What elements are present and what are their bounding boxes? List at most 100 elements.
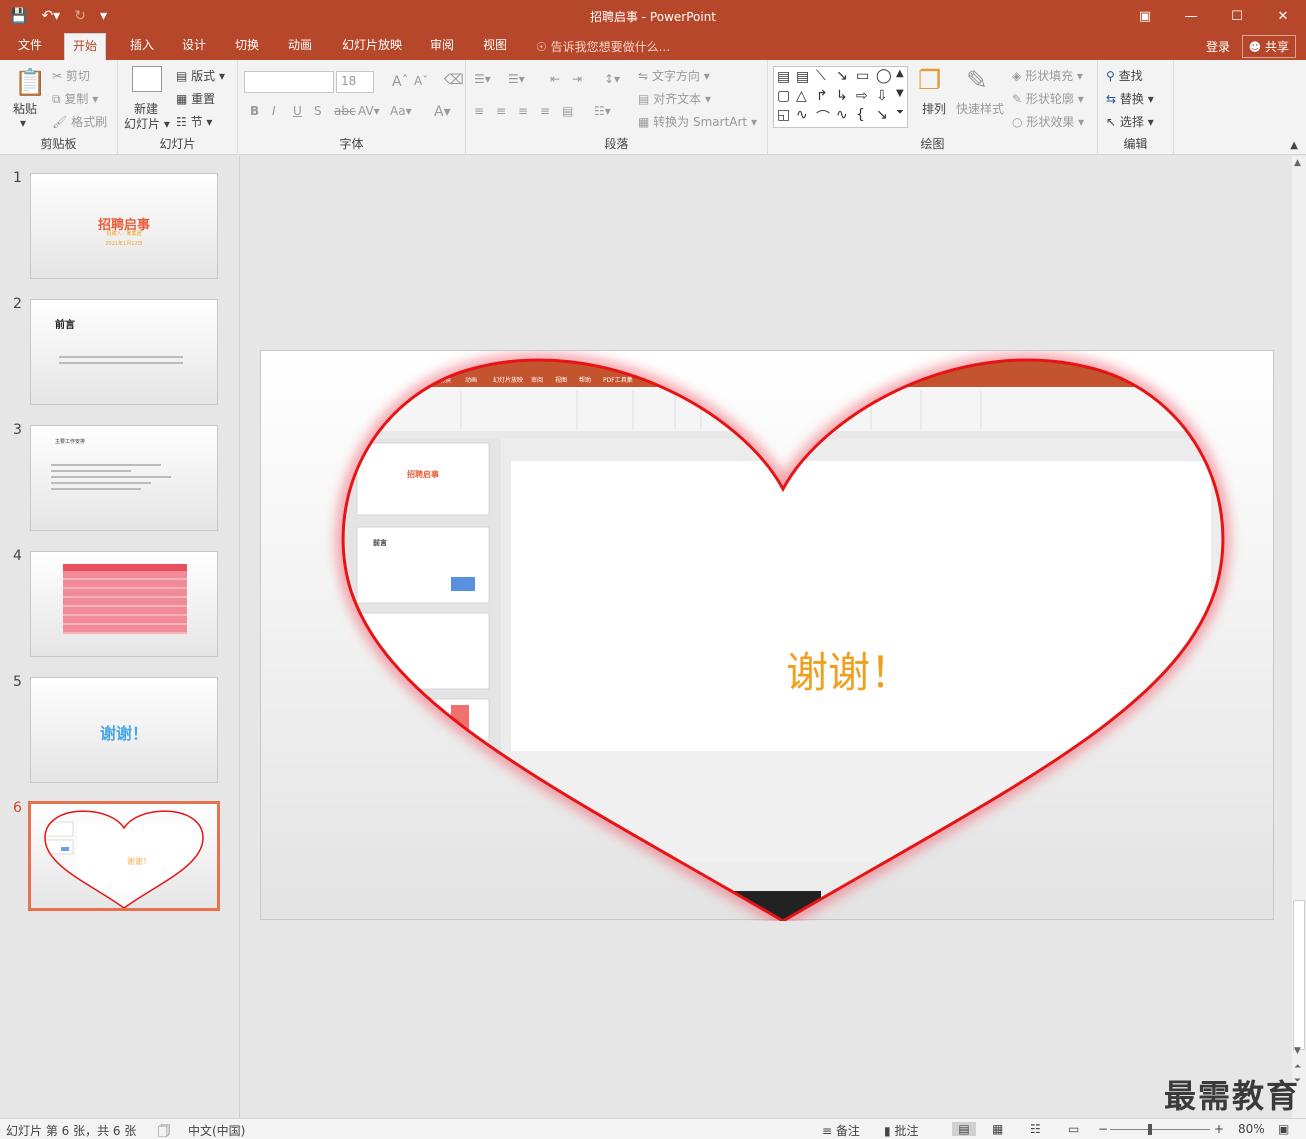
tab-animations[interactable]: 动画 xyxy=(280,33,320,60)
collapse-ribbon-icon[interactable]: ▲ xyxy=(1290,140,1298,151)
shapes-gallery[interactable]: ▤ ▤ ⟍ ↘ ▭ ◯ ▢ △ ↱ ↳ ⇨ ⇩ ◱ ∿ ⌒ ∿ { ↘ ▲ ▼ … xyxy=(773,66,908,128)
slide-thumbnail-2[interactable]: 前言 xyxy=(30,299,218,405)
copy-button[interactable]: ⧉ 复制 ▾ xyxy=(52,90,98,107)
tab-file[interactable]: 文件 xyxy=(10,33,50,60)
section-button[interactable]: ☷ 节 ▾ xyxy=(176,113,212,130)
slide-thumbnail-4[interactable] xyxy=(30,551,218,657)
tell-me-box[interactable]: ☉ 告诉我您想要做什么... xyxy=(536,38,670,55)
italic-icon[interactable]: I xyxy=(272,104,276,118)
vertical-textbox-shape-icon[interactable]: ▤ xyxy=(796,69,809,85)
replace-button[interactable]: ⇆ 替换 ▾ xyxy=(1106,90,1154,107)
cut-button[interactable]: ✂ 剪切 xyxy=(52,67,90,84)
font-size-combo[interactable]: 18 xyxy=(336,71,374,93)
tab-transitions[interactable]: 切换 xyxy=(227,33,267,60)
tab-home[interactable]: 开始 xyxy=(64,33,107,60)
right-arrow-shape-icon[interactable]: ⇨ xyxy=(856,88,868,104)
clear-formatting-icon[interactable]: ⌫ xyxy=(444,72,464,88)
align-text-button[interactable]: ▤ 对齐文本 ▾ xyxy=(638,90,711,107)
zoom-in-icon[interactable]: + xyxy=(1214,1122,1224,1136)
gallery-scroll-down-icon[interactable]: ▼ xyxy=(896,88,904,99)
language[interactable]: 中文(中国) xyxy=(188,1122,245,1139)
freeform-shape-icon[interactable]: ◱ xyxy=(777,107,790,123)
paste-button[interactable]: 粘贴 xyxy=(13,100,37,117)
shape-effects-button[interactable]: ○ 形状效果 ▾ xyxy=(1012,113,1084,130)
arrange-button[interactable]: 排列 xyxy=(922,100,946,117)
vertical-scrollbar[interactable]: ▲ ▼ ⏶ ⏷ xyxy=(1292,156,1306,1118)
fit-to-window-icon[interactable]: ▣ xyxy=(1278,1122,1289,1136)
font-name-combo[interactable] xyxy=(244,71,334,93)
gallery-scroll-up-icon[interactable]: ▲ xyxy=(896,68,904,79)
arc-shape-icon[interactable]: ⌒ xyxy=(816,107,830,127)
arrange-icon[interactable]: ❐ xyxy=(918,66,941,96)
down-arrow-shape-icon[interactable]: ⇩ xyxy=(876,88,888,104)
text-direction-button[interactable]: ⇋ 文字方向 ▾ xyxy=(638,67,710,84)
scribble-shape-icon[interactable]: ∿ xyxy=(796,107,808,123)
zoom-slider[interactable] xyxy=(1110,1129,1210,1130)
paste-dropdown-icon[interactable]: ▾ xyxy=(20,116,26,130)
layout-button[interactable]: ▤ 版式 ▾ xyxy=(176,67,225,84)
zoom-out-icon[interactable]: − xyxy=(1098,1122,1108,1136)
zoom-slider-handle[interactable] xyxy=(1148,1124,1152,1135)
minimize-button[interactable]: — xyxy=(1168,0,1214,33)
slide-sorter-icon[interactable]: ▦ xyxy=(992,1122,1003,1136)
slide-thumbnail-6-selected[interactable]: 谢谢！ xyxy=(28,801,220,911)
tab-view[interactable]: 视图 xyxy=(475,33,515,60)
align-left-icon[interactable]: ≡ xyxy=(474,104,484,118)
elbow-arrow-icon[interactable]: ↳ xyxy=(836,88,848,104)
format-painter-button[interactable]: 🖌 格式刷 xyxy=(52,113,107,130)
align-center-icon[interactable]: ≡ xyxy=(496,104,506,118)
change-case-icon[interactable]: Aa▾ xyxy=(390,104,412,118)
char-spacing-icon[interactable]: AV▾ xyxy=(358,104,380,118)
comments-button[interactable]: ▮ 批注 xyxy=(884,1122,918,1139)
justify-icon[interactable]: ≡ xyxy=(540,104,550,118)
shadow-icon[interactable]: S xyxy=(314,104,322,118)
select-button[interactable]: ↖ 选择 ▾ xyxy=(1106,113,1154,130)
normal-view-icon[interactable]: ▤ xyxy=(952,1122,976,1136)
bullets-icon[interactable]: ☰▾ xyxy=(474,72,491,86)
rounded-rect-shape-icon[interactable]: ▢ xyxy=(777,88,790,104)
tab-insert[interactable]: 插入 xyxy=(122,33,162,60)
tab-slideshow[interactable]: 幻灯片放映 xyxy=(334,33,410,60)
slide-thumbnail-1[interactable]: 招聘启事 招聘人：某集团 2021年1月12日 xyxy=(30,173,218,279)
new-slide-icon[interactable] xyxy=(132,66,162,92)
zoom-level[interactable]: 80% xyxy=(1238,1122,1265,1136)
triangle-shape-icon[interactable]: △ xyxy=(796,88,807,104)
increase-indent-icon[interactable]: ⇥ xyxy=(572,72,582,86)
slide-thanks-text[interactable]: 谢谢！ xyxy=(786,648,912,697)
arrow-line-shape-icon[interactable]: ↘ xyxy=(836,68,848,84)
ribbon-display-options-icon[interactable]: ▣ xyxy=(1122,0,1168,33)
scroll-up-icon[interactable]: ▲ xyxy=(1294,158,1301,168)
shrink-font-icon[interactable]: Aˇ xyxy=(414,74,428,88)
quick-styles-button[interactable]: 快速样式 xyxy=(956,100,1004,117)
curve-shape-icon[interactable]: ∿ xyxy=(836,107,848,123)
grow-font-icon[interactable]: Aˆ xyxy=(392,74,409,90)
numbering-icon[interactable]: ☰▾ xyxy=(508,72,525,86)
heart-picture[interactable]: 切换 动画 幻灯片放映 审阅 视图 帮助 PDF工具集 招聘启事 前言 谢谢！ xyxy=(261,351,1275,921)
distributed-icon[interactable]: ▤ xyxy=(562,104,573,118)
tab-design[interactable]: 设计 xyxy=(174,33,214,60)
share-button[interactable]: ☻ 共享 xyxy=(1241,35,1296,58)
textbox-shape-icon[interactable]: ▤ xyxy=(777,69,790,85)
tab-review[interactable]: 审阅 xyxy=(422,33,462,60)
rectangle-shape-icon[interactable]: ▭ xyxy=(856,68,869,84)
slide-thumbnail-3[interactable]: 主要工作安排 xyxy=(30,425,218,531)
convert-smartart-button[interactable]: ▦ 转换为 SmartArt ▾ xyxy=(638,113,757,130)
spellcheck-icon[interactable]: 🗍 xyxy=(158,1122,170,1139)
font-color-icon[interactable]: A▾ xyxy=(434,104,451,120)
columns-icon[interactable]: ☷▾ xyxy=(594,104,611,118)
notes-button[interactable]: ≡ 备注 xyxy=(822,1122,860,1139)
strikethrough-icon[interactable]: abc xyxy=(334,104,356,118)
close-button[interactable]: ✕ xyxy=(1260,0,1306,33)
paste-icon[interactable]: 📋 xyxy=(14,68,46,98)
align-right-icon[interactable]: ≡ xyxy=(518,104,528,118)
bracket-shape-icon[interactable]: ↘ xyxy=(876,107,888,123)
shape-fill-button[interactable]: ◈ 形状填充 ▾ xyxy=(1012,67,1083,84)
gallery-more-icon[interactable]: ⏷ xyxy=(896,107,904,118)
underline-icon[interactable]: U xyxy=(293,104,302,118)
scroll-down-icon[interactable]: ▼ xyxy=(1294,1046,1301,1056)
elbow-connector-icon[interactable]: ↱ xyxy=(816,88,828,104)
login-link[interactable]: 登录 xyxy=(1206,38,1230,55)
brace-shape-icon[interactable]: { xyxy=(856,107,865,123)
reset-button[interactable]: ▦ 重置 xyxy=(176,90,215,107)
oval-shape-icon[interactable]: ◯ xyxy=(876,68,892,84)
